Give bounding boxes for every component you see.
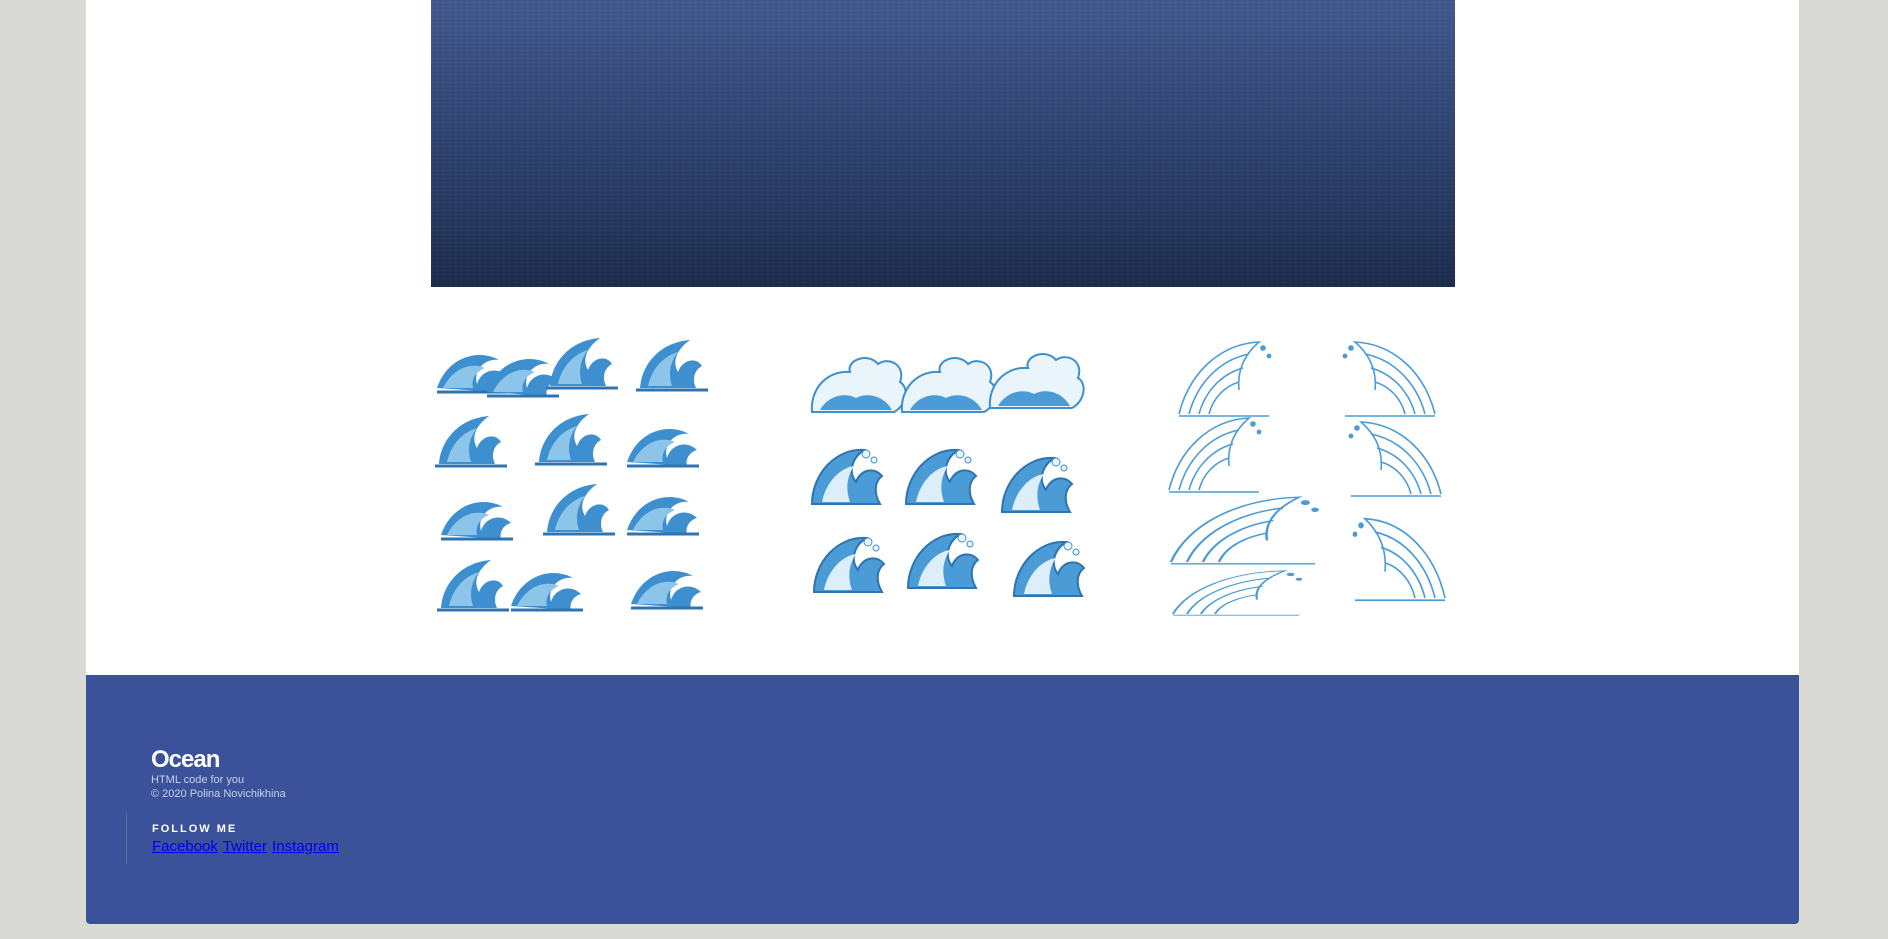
facebook-link[interactable]: Facebook xyxy=(152,838,218,855)
wave-illustration-tile-3[interactable] xyxy=(1165,330,1455,626)
wave-illustration-tile-1[interactable] xyxy=(431,330,721,626)
wave-illustration-tile-2[interactable] xyxy=(798,330,1088,626)
social-links: Facebook Twitter Instagram xyxy=(152,838,340,856)
follow-me-title: FOLLOW ME xyxy=(152,823,238,835)
twitter-link[interactable]: Twitter xyxy=(223,838,267,855)
footer-brand-title: Ocean xyxy=(151,746,220,773)
follow-me-section: FOLLOW ME Facebook Twitter Instagram xyxy=(126,814,340,864)
footer-brand-tagline: HTML code for you xyxy=(151,774,245,786)
hero-ocean-image xyxy=(431,0,1455,287)
footer-copyright: © 2020 Polina Novichikhina xyxy=(151,788,286,800)
instagram-link[interactable]: Instagram xyxy=(272,838,339,855)
wave-gallery xyxy=(431,330,1455,630)
page-container: Ocean HTML code for you © 2020 Polina No… xyxy=(86,0,1799,924)
footer: Ocean HTML code for you © 2020 Polina No… xyxy=(86,675,1799,924)
